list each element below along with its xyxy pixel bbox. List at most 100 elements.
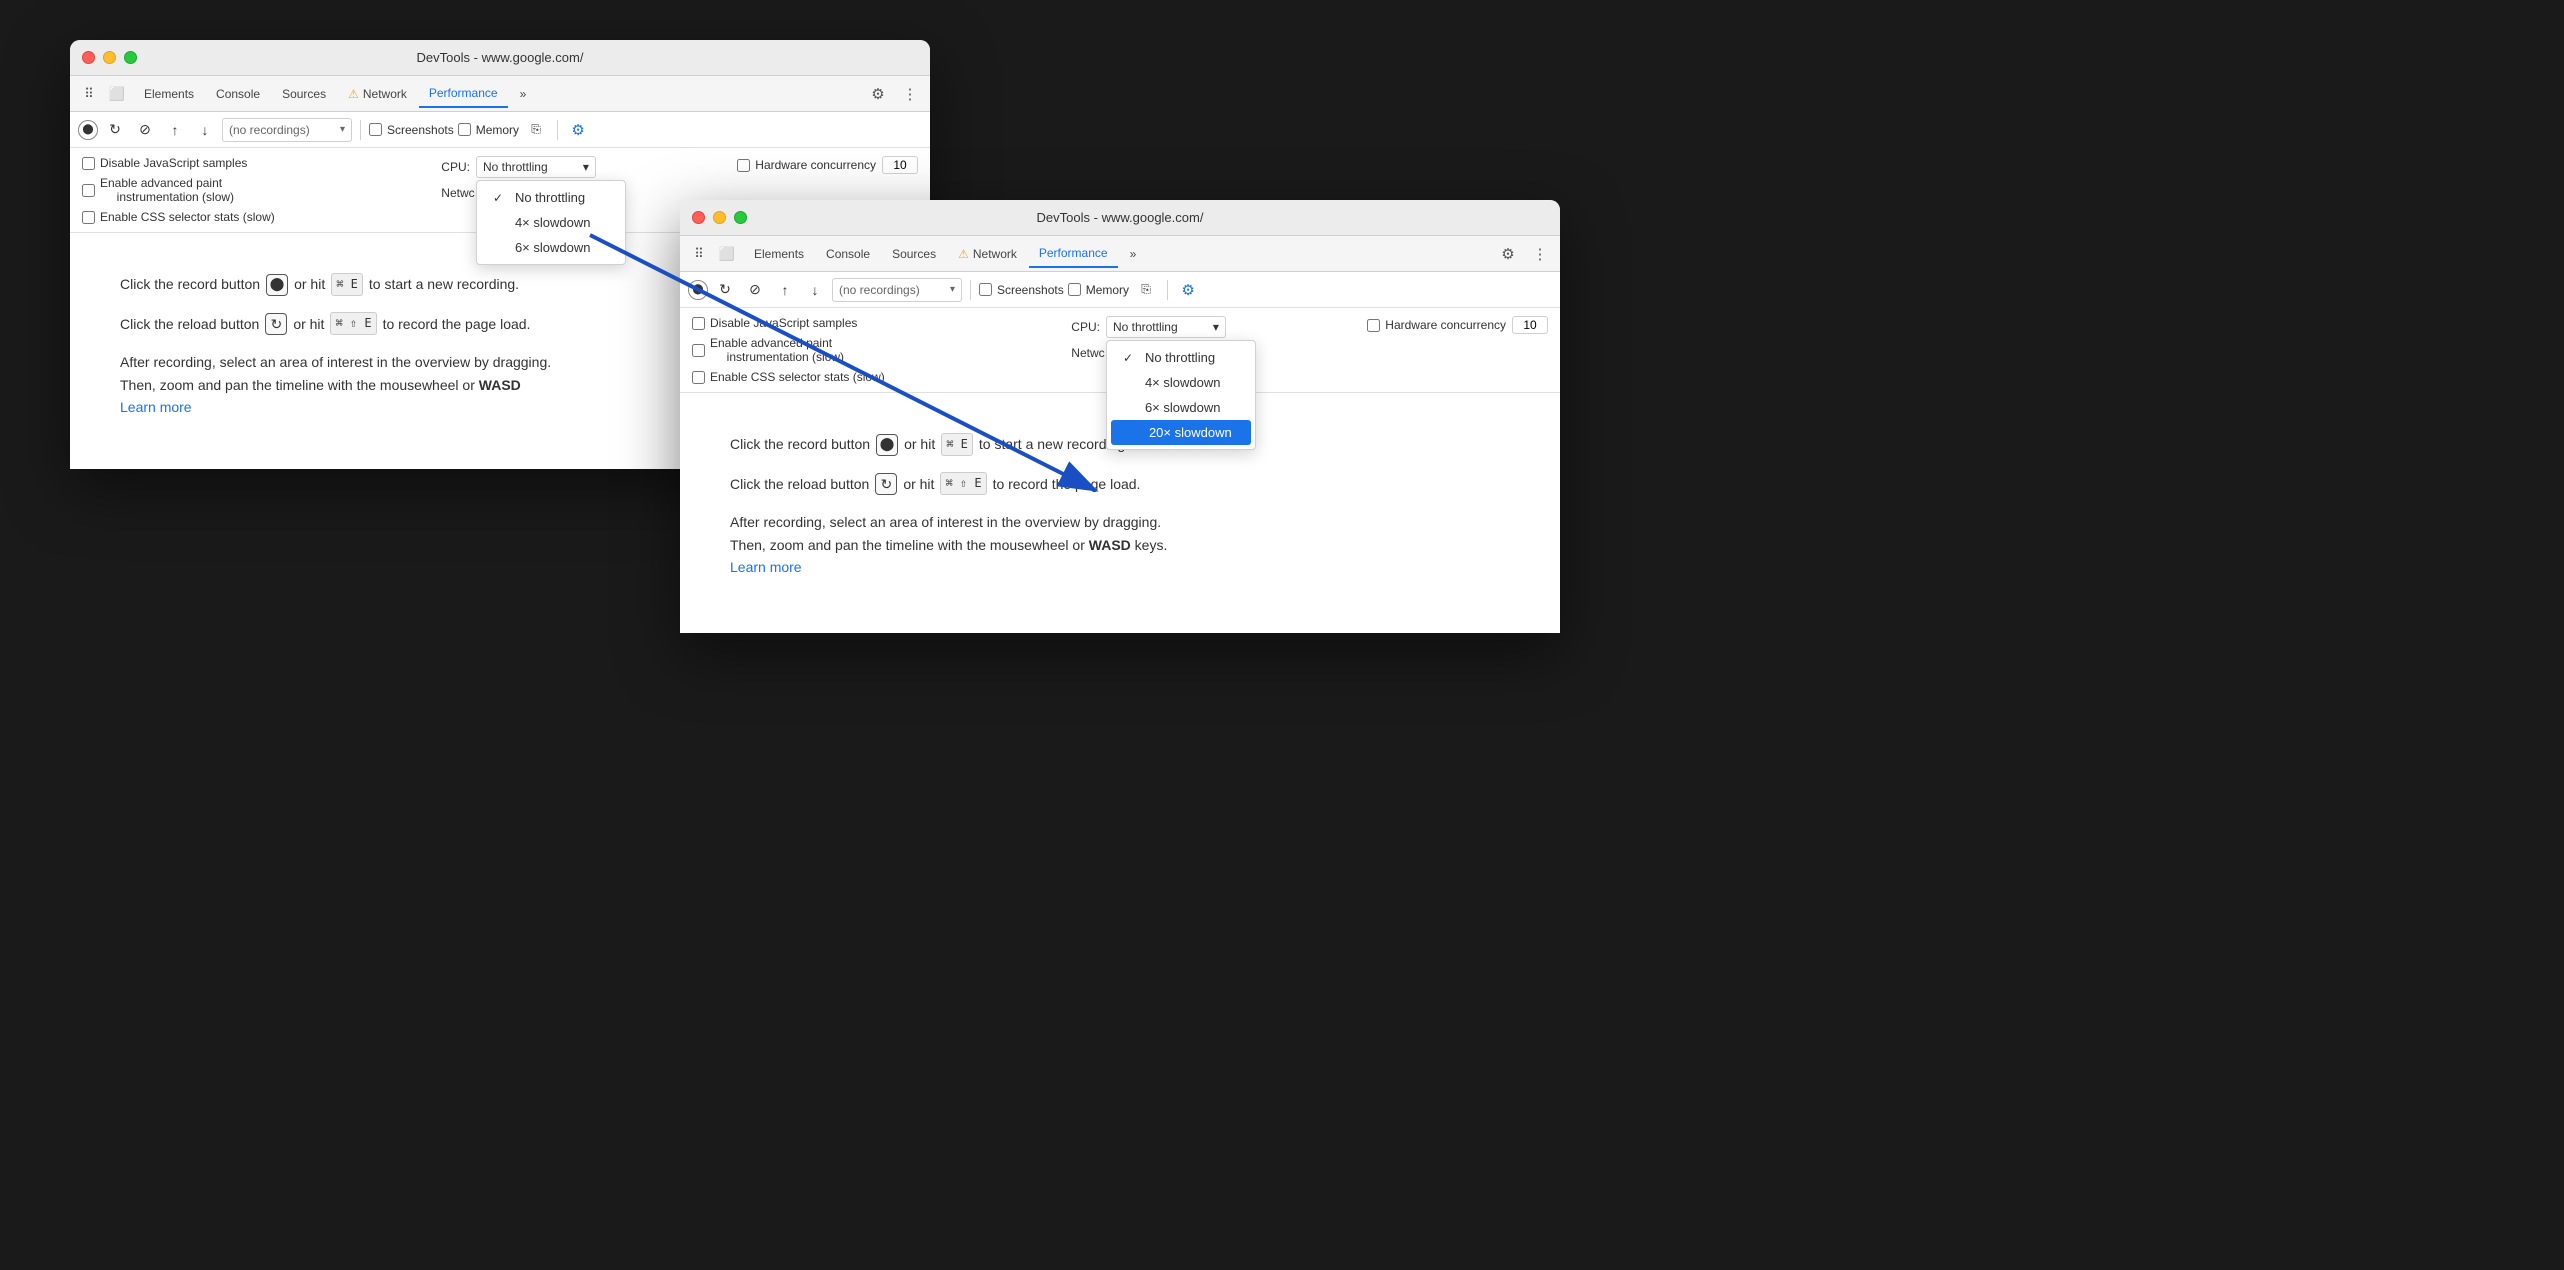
- dropdown-label-no-throttle-front: No throttling: [1145, 350, 1215, 365]
- more-icon-front[interactable]: ⋮: [1528, 242, 1552, 266]
- hw-concurrency-input-front[interactable]: [1367, 319, 1380, 332]
- tab-sources-back[interactable]: Sources: [272, 80, 336, 108]
- devtools-window-front: DevTools - www.google.com/ ⠿ ⬜ Elements …: [680, 200, 1560, 633]
- minimize-button-front[interactable]: [713, 211, 726, 224]
- record-end-back: to start a new recording.: [369, 273, 519, 295]
- tab-sources-front[interactable]: Sources: [882, 240, 946, 268]
- reload-or-front: or hit: [903, 473, 934, 495]
- close-button-back[interactable]: [82, 51, 95, 64]
- toolbar-divider2-back: [557, 120, 558, 140]
- adv-paint-checkbox-back[interactable]: Enable advanced paint instrumentation (s…: [82, 176, 425, 204]
- hw-concurrency-checkbox-front[interactable]: Hardware concurrency: [1367, 318, 1506, 332]
- upload-btn-back[interactable]: ↑: [162, 117, 188, 143]
- devtools-icon-front[interactable]: ⠿: [688, 243, 710, 265]
- responsive-icon-back[interactable]: ⬜: [106, 83, 128, 105]
- cpu-control-front: CPU: No throttling ▾ ✓ No throttling: [1071, 316, 1351, 338]
- record-text-front: Click the record button: [730, 433, 870, 455]
- memory-input-back[interactable]: [458, 123, 471, 136]
- dropdown-item-20x-front[interactable]: 20× slowdown: [1111, 420, 1251, 445]
- screenshots-checkbox-front[interactable]: Screenshots: [979, 283, 1064, 297]
- disable-js-input-back[interactable]: [82, 157, 95, 170]
- maximize-button-front[interactable]: [734, 211, 747, 224]
- cpu-label-back: CPU:: [441, 160, 470, 174]
- window-title-front: DevTools - www.google.com/: [1037, 210, 1204, 225]
- devtools-icon-back[interactable]: ⠿: [78, 83, 100, 105]
- recordings-select-back[interactable]: (no recordings) ▾: [222, 118, 352, 142]
- memory-checkbox-front[interactable]: Memory: [1068, 283, 1129, 297]
- tab-elements-front[interactable]: Elements: [744, 240, 814, 268]
- upload-btn-front[interactable]: ↑: [772, 277, 798, 303]
- dropdown-item-no-throttle-front[interactable]: ✓ No throttling: [1107, 345, 1255, 370]
- tab-bar-back: ⠿ ⬜ Elements Console Sources ⚠ Network P…: [70, 76, 930, 112]
- reload-btn-back[interactable]: ↻: [102, 117, 128, 143]
- recordings-value-front: (no recordings): [839, 283, 920, 297]
- memory-icon-back[interactable]: ⎘: [523, 117, 549, 143]
- minimize-button-back[interactable]: [103, 51, 116, 64]
- css-stats-input-back[interactable]: [82, 211, 95, 224]
- hw-concurrency-value-front[interactable]: [1512, 316, 1548, 334]
- css-stats-checkbox-front[interactable]: Enable CSS selector stats (slow): [692, 370, 1055, 384]
- tab-network-front[interactable]: ⚠ Network: [948, 240, 1027, 268]
- hw-concurrency-value-back[interactable]: [882, 156, 918, 174]
- clear-btn-back[interactable]: ⊘: [132, 117, 158, 143]
- dropdown-item-6x-back[interactable]: 6× slowdown: [477, 235, 625, 260]
- record-kbd-back: ⌘ E: [331, 273, 363, 296]
- dropdown-item-4x-back[interactable]: 4× slowdown: [477, 210, 625, 235]
- tab-performance-back[interactable]: Performance: [419, 80, 508, 108]
- settings2-icon-front[interactable]: ⚙: [1176, 278, 1200, 302]
- learn-more-back[interactable]: Learn more: [120, 399, 192, 415]
- tab-bar-right-front: ⚙ ⋮: [1496, 242, 1552, 266]
- settings-icon-back[interactable]: ⚙: [866, 82, 890, 106]
- maximize-button-back[interactable]: [124, 51, 137, 64]
- settings-icon-front[interactable]: ⚙: [1496, 242, 1520, 266]
- tab-elements-back[interactable]: Elements: [134, 80, 204, 108]
- tab-console-front[interactable]: Console: [816, 240, 880, 268]
- recordings-select-front[interactable]: (no recordings) ▾: [832, 278, 962, 302]
- memory-icon-front[interactable]: ⎘: [1133, 277, 1159, 303]
- download-btn-front[interactable]: ↓: [802, 277, 828, 303]
- cpu-dropdown-front[interactable]: No throttling ▾: [1106, 316, 1226, 338]
- toolbar-divider-front: [970, 280, 971, 300]
- tab-network-back[interactable]: ⚠ Network: [338, 80, 417, 108]
- disable-js-checkbox-back[interactable]: Disable JavaScript samples: [82, 156, 425, 170]
- screenshots-input-front[interactable]: [979, 283, 992, 296]
- toolbar-front: ⬤ ↻ ⊘ ↑ ↓ (no recordings) ▾ Screenshots …: [680, 272, 1560, 308]
- close-button-front[interactable]: [692, 211, 705, 224]
- record-btn-front[interactable]: ⬤: [688, 280, 708, 300]
- learn-more-front[interactable]: Learn more: [730, 559, 802, 575]
- hw-concurrency-input-back[interactable]: [737, 159, 750, 172]
- more-icon-back[interactable]: ⋮: [898, 82, 922, 106]
- screenshots-input-back[interactable]: [369, 123, 382, 136]
- disable-js-checkbox-front[interactable]: Disable JavaScript samples: [692, 316, 1055, 330]
- reload-text-back: Click the reload button: [120, 313, 259, 335]
- hw-concurrency-checkbox-back[interactable]: Hardware concurrency: [737, 158, 876, 172]
- toolbar-divider-back: [360, 120, 361, 140]
- cpu-dropdown-back[interactable]: No throttling ▾: [476, 156, 596, 178]
- screenshots-checkbox-back[interactable]: Screenshots: [369, 123, 454, 137]
- tab-bar-front: ⠿ ⬜ Elements Console Sources ⚠ Network P…: [680, 236, 1560, 272]
- clear-btn-front[interactable]: ⊘: [742, 277, 768, 303]
- settings2-icon-back[interactable]: ⚙: [566, 118, 590, 142]
- reload-or-back: or hit: [293, 313, 324, 335]
- adv-paint-input-back[interactable]: [82, 184, 95, 197]
- record-btn-back[interactable]: ⬤: [78, 120, 98, 140]
- dropdown-item-no-throttle-back[interactable]: ✓ No throttling: [477, 185, 625, 210]
- css-stats-input-front[interactable]: [692, 371, 705, 384]
- dropdown-item-6x-front[interactable]: 6× slowdown: [1107, 395, 1255, 420]
- tab-more-back[interactable]: »: [510, 80, 537, 108]
- memory-input-front[interactable]: [1068, 283, 1081, 296]
- responsive-icon-front[interactable]: ⬜: [716, 243, 738, 265]
- memory-checkbox-back[interactable]: Memory: [458, 123, 519, 137]
- reload-btn-front[interactable]: ↻: [712, 277, 738, 303]
- css-stats-checkbox-back[interactable]: Enable CSS selector stats (slow): [82, 210, 425, 224]
- tab-console-back[interactable]: Console: [206, 80, 270, 108]
- toolbar-back: ⬤ ↻ ⊘ ↑ ↓ (no recordings) ▾ Screenshots …: [70, 112, 930, 148]
- disable-js-input-front[interactable]: [692, 317, 705, 330]
- tab-performance-front[interactable]: Performance: [1029, 240, 1118, 268]
- download-btn-back[interactable]: ↓: [192, 117, 218, 143]
- tab-more-front[interactable]: »: [1120, 240, 1147, 268]
- adv-paint-input-front[interactable]: [692, 344, 705, 357]
- adv-paint-checkbox-front[interactable]: Enable advanced paint instrumentation (s…: [692, 336, 1055, 364]
- dropdown-item-4x-front[interactable]: 4× slowdown: [1107, 370, 1255, 395]
- reload-instruction-front: Click the reload button ↻ or hit ⌘ ⇧ E t…: [730, 472, 1510, 495]
